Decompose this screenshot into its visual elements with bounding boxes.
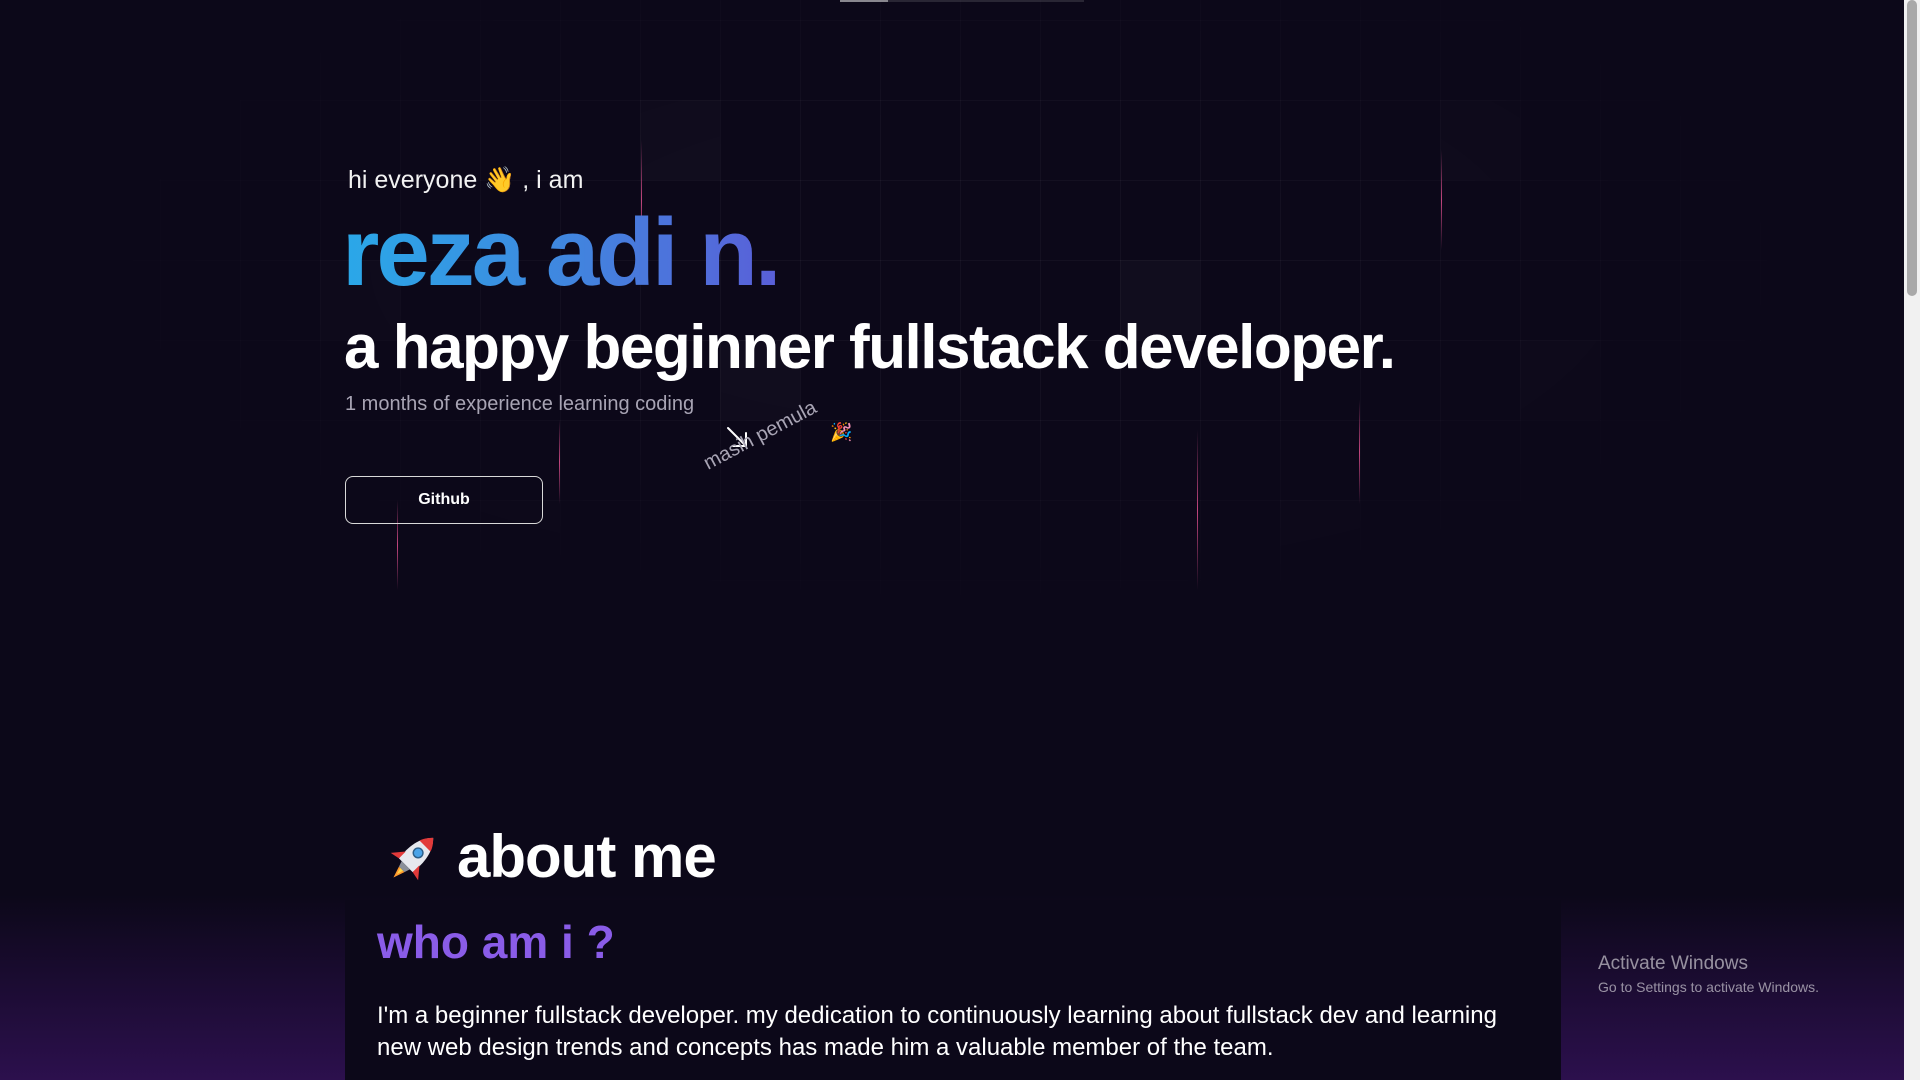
- hero-greeting: hi everyone 👋 , i am: [348, 166, 584, 194]
- grid-tile: [1440, 100, 1520, 180]
- grid-tile: [640, 100, 720, 180]
- grid-beam: [1359, 400, 1360, 504]
- github-button[interactable]: Github: [345, 476, 543, 524]
- activate-windows-watermark: Activate Windows Go to Settings to activ…: [1598, 953, 1819, 995]
- about-heading: about me: [383, 822, 717, 891]
- about-subtitle: who am i ?: [377, 916, 615, 968]
- grid-beam: [1441, 150, 1442, 250]
- grid-beam: [559, 420, 560, 504]
- grid-beam: [1197, 430, 1198, 590]
- scrollbar-thumb[interactable]: [1907, 0, 1917, 296]
- page: hi everyone 👋 , i am reza adi n. a happy…: [0, 0, 1920, 1080]
- top-progress-fill: [840, 0, 888, 2]
- grid-tile: [1280, 500, 1360, 580]
- activate-windows-title: Activate Windows: [1598, 953, 1748, 974]
- rocket-icon: [390, 837, 434, 880]
- hero-experience: 1 months of experience learning coding: [345, 393, 695, 415]
- hero-role: a happy beginner fullstack developer.: [344, 313, 1396, 382]
- grid-tile: [1520, 340, 1600, 420]
- party-popper-icon: 🎉: [830, 422, 853, 442]
- hero-name: reza adi n.: [342, 199, 781, 306]
- activate-windows-subtitle: Go to Settings to activate Windows.: [1598, 979, 1819, 995]
- about-body: I'm a beginner fullstack developer. my d…: [377, 1002, 1497, 1061]
- about-title: about me: [457, 823, 717, 890]
